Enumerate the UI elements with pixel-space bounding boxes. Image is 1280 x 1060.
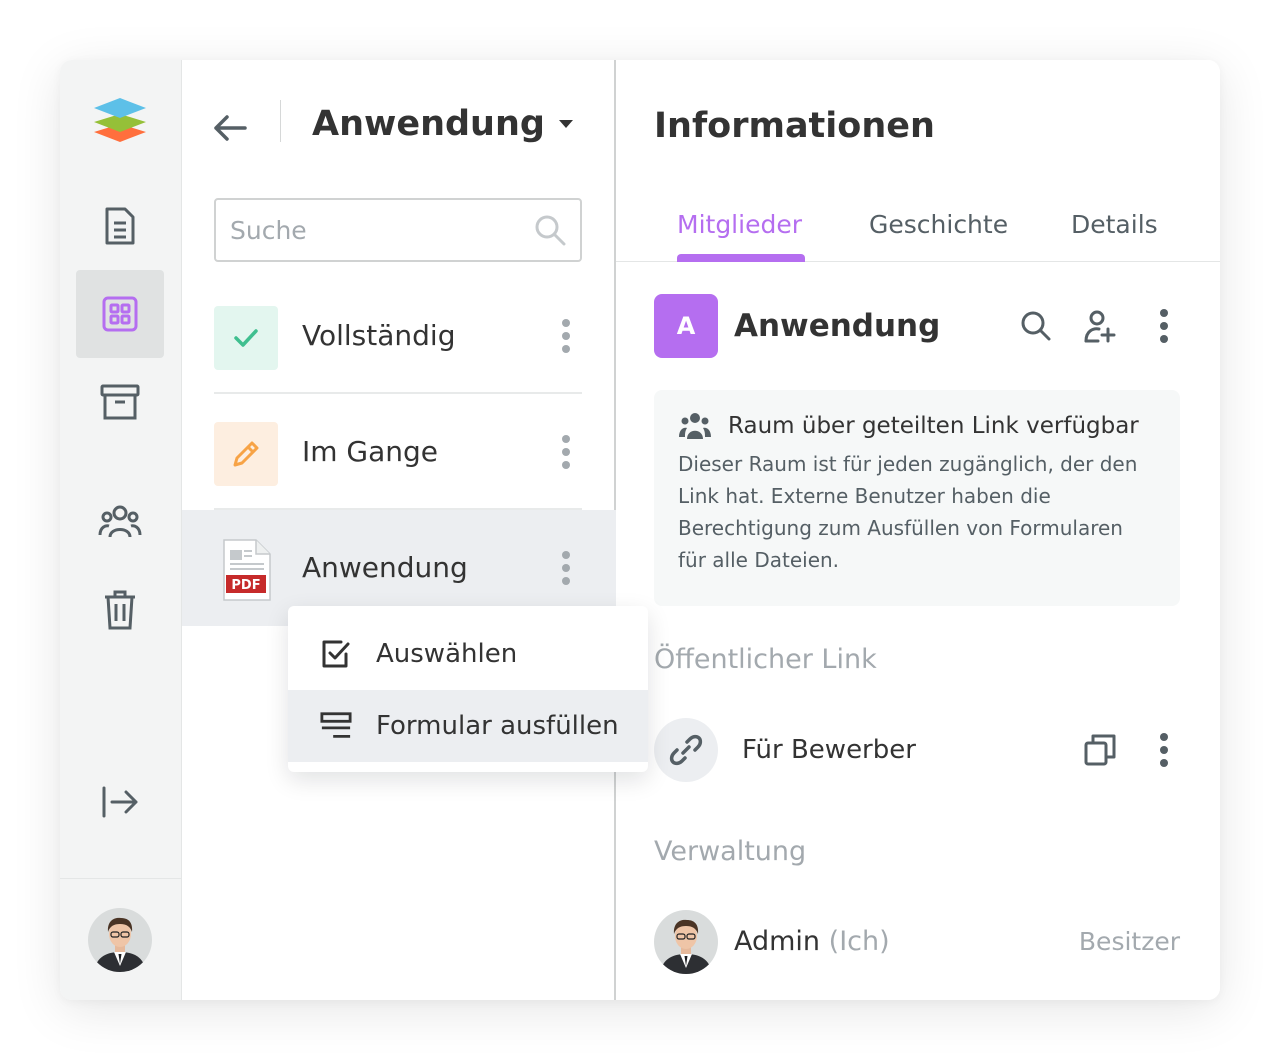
- room-title: Anwendung: [312, 104, 545, 144]
- notice-body: Dieser Raum ist für jeden zugänglich, de…: [678, 452, 1138, 572]
- active-tab-indicator: [677, 254, 805, 262]
- tab-bar: Mitglieder Geschichte Details: [616, 200, 1220, 262]
- user-avatar[interactable]: [88, 908, 152, 976]
- list-item-label: Im Gange: [302, 435, 439, 468]
- panel-title: Informationen: [654, 106, 935, 146]
- trash-icon[interactable]: [76, 566, 164, 654]
- member-name-text: Admin: [734, 926, 821, 957]
- people-icon[interactable]: [76, 478, 164, 566]
- room-name: Anwendung: [734, 308, 941, 344]
- more-vertical-icon[interactable]: [550, 428, 582, 476]
- link-icon: [654, 718, 718, 782]
- public-link-heading: Öffentlicher Link: [654, 644, 877, 675]
- people-icon: [679, 413, 711, 439]
- back-arrow-icon[interactable]: [210, 106, 250, 150]
- add-user-icon[interactable]: [1080, 306, 1120, 346]
- copy-icon[interactable]: [1080, 730, 1120, 770]
- pencil-icon: [214, 422, 278, 486]
- avatar: [654, 910, 718, 978]
- menu-item-fill-form[interactable]: Formular ausfüllen: [288, 690, 648, 762]
- member-row[interactable]: Admin (Ich) Besitzer: [654, 910, 1182, 974]
- document-icon[interactable]: [76, 182, 164, 270]
- public-link-name[interactable]: Für Bewerber: [742, 718, 916, 782]
- pdf-badge: PDF: [231, 578, 260, 593]
- room-title-dropdown[interactable]: Anwendung: [312, 104, 573, 144]
- list-item[interactable]: Vollständig: [182, 278, 616, 394]
- search-placeholder: Suche: [230, 215, 307, 245]
- info-panel: Informationen Mitglieder Geschichte Deta…: [616, 60, 1220, 1000]
- member-me-suffix: (Ich): [828, 926, 890, 957]
- files-panel: Anwendung Suche Vollständig Im Gange PDF…: [182, 60, 616, 1000]
- select-checkbox-icon: [320, 638, 352, 670]
- menu-item-label: Auswählen: [376, 639, 518, 669]
- tab-details[interactable]: Details: [1071, 210, 1158, 239]
- chevron-down-icon: [558, 120, 573, 128]
- app-window: Anwendung Suche Vollständig Im Gange PDF…: [60, 60, 1220, 1000]
- member-role: Besitzer: [1078, 927, 1180, 956]
- list-item[interactable]: Im Gange: [182, 394, 616, 510]
- search-icon[interactable]: [1016, 306, 1056, 346]
- room-avatar: A: [654, 294, 718, 358]
- more-vertical-icon[interactable]: [1144, 730, 1184, 770]
- room-header: A Anwendung: [654, 294, 1182, 358]
- collapse-arrow-icon[interactable]: [76, 758, 164, 846]
- search-icon: [535, 215, 566, 246]
- rooms-grid-icon[interactable]: [76, 270, 164, 358]
- pdf-icon: PDF: [214, 538, 278, 602]
- sidebar: [60, 60, 182, 1000]
- check-icon: [214, 306, 278, 370]
- public-link-row: Für Bewerber: [654, 718, 1182, 782]
- context-menu: Auswählen Formular ausfüllen: [288, 606, 648, 772]
- archive-icon[interactable]: [76, 358, 164, 446]
- more-vertical-icon[interactable]: [550, 544, 582, 592]
- logo-icon[interactable]: [92, 94, 148, 150]
- menu-item-label: Formular ausfüllen: [376, 711, 619, 741]
- list-item-label: Vollständig: [302, 319, 456, 352]
- search-input[interactable]: Suche: [214, 198, 582, 262]
- member-name: Admin (Ich): [734, 910, 890, 974]
- more-vertical-icon[interactable]: [1144, 306, 1184, 346]
- menu-item-select[interactable]: Auswählen: [288, 618, 648, 690]
- tab-history[interactable]: Geschichte: [869, 210, 1008, 239]
- admin-heading: Verwaltung: [654, 836, 807, 867]
- shared-link-notice: Raum über geteilten Link verfügbar Diese…: [654, 390, 1180, 606]
- tab-members[interactable]: Mitglieder: [677, 210, 802, 239]
- header-divider: [280, 100, 281, 142]
- notice-title: Raum über geteilten Link verfügbar: [728, 413, 1139, 439]
- sidebar-divider: [60, 878, 181, 879]
- form-fill-icon: [320, 710, 352, 742]
- more-vertical-icon[interactable]: [550, 312, 582, 360]
